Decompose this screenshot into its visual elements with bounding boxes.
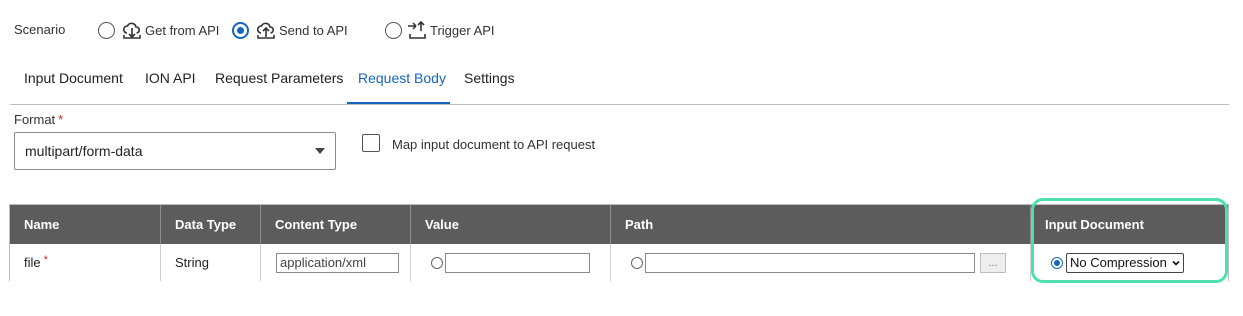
compression-select[interactable]: No Compression — [1066, 252, 1184, 273]
path-radio[interactable] — [631, 256, 643, 269]
cloud-upload-icon — [256, 22, 275, 39]
cell-input-document: No Compression — [1031, 244, 1228, 281]
column-header-value: Value — [411, 205, 611, 244]
map-input-document-label: Map input document to API request — [392, 137, 596, 152]
column-header-data-type: Data Type — [161, 205, 261, 244]
tab-bar: Input Document ION API Request Parameter… — [10, 60, 1229, 105]
tab-settings[interactable]: Settings — [464, 68, 515, 88]
cell-content-type: application/xml — [261, 244, 411, 281]
chevron-down-icon — [1172, 260, 1180, 266]
radio-trigger-api[interactable] — [385, 21, 402, 39]
format-label-group: Format * — [14, 112, 63, 127]
scenario-option-label: Send to API — [279, 22, 348, 38]
path-input[interactable] — [645, 252, 975, 273]
radio-send-to-api[interactable] — [232, 21, 249, 39]
map-input-document-checkbox[interactable] — [362, 134, 380, 152]
value-input[interactable] — [445, 252, 590, 273]
value-radio[interactable] — [431, 256, 443, 269]
compression-select-value: No Compression — [1070, 255, 1167, 270]
cloud-download-icon — [122, 22, 141, 39]
chevron-down-icon — [315, 148, 325, 154]
scenario-option-get-from-api[interactable]: Get from API — [98, 18, 219, 42]
content-type-input[interactable]: application/xml — [276, 252, 399, 273]
column-header-input-document: Input Document — [1045, 217, 1144, 232]
input-document-radio[interactable] — [1051, 256, 1063, 269]
active-tab-indicator — [347, 102, 450, 104]
table-row: file * String application/xml ... No Comp… — [10, 244, 1228, 281]
scenario-label: Scenario — [14, 22, 66, 37]
tab-ion-api[interactable]: ION API — [145, 68, 196, 88]
scenario-option-label: Get from API — [145, 22, 220, 38]
column-header-content-type: Content Type — [261, 205, 411, 244]
scenario-option-send-to-api[interactable]: Send to API — [232, 18, 348, 42]
scenario-option-label: Trigger API — [430, 22, 495, 38]
tab-request-parameters[interactable]: Request Parameters — [215, 68, 343, 88]
format-label: Format — [14, 112, 56, 127]
request-body-table: Name Data Type Content Type Value Path I… — [9, 204, 1229, 281]
trigger-api-icon — [408, 20, 426, 39]
required-mark: * — [43, 253, 48, 266]
browse-path-button[interactable]: ... — [980, 252, 1006, 273]
required-mark: * — [58, 112, 64, 127]
cell-data-type: String — [161, 244, 261, 281]
tab-input-document[interactable]: Input Document — [24, 68, 123, 88]
column-header-name: Name — [10, 205, 161, 244]
column-header-path: Path — [611, 205, 1031, 244]
tab-request-body[interactable]: Request Body — [358, 68, 446, 88]
format-select[interactable]: multipart/form-data — [14, 132, 336, 170]
cell-path: ... — [611, 244, 1031, 281]
row-data-type: String — [175, 255, 209, 270]
format-select-value: multipart/form-data — [25, 143, 143, 159]
scenario-option-trigger-api[interactable]: Trigger API — [385, 18, 495, 42]
cell-value — [411, 244, 611, 281]
row-name: file — [24, 255, 41, 270]
radio-get-from-api[interactable] — [98, 21, 115, 39]
cell-name: file * — [10, 244, 161, 281]
table-header: Name Data Type Content Type Value Path I… — [10, 205, 1228, 244]
